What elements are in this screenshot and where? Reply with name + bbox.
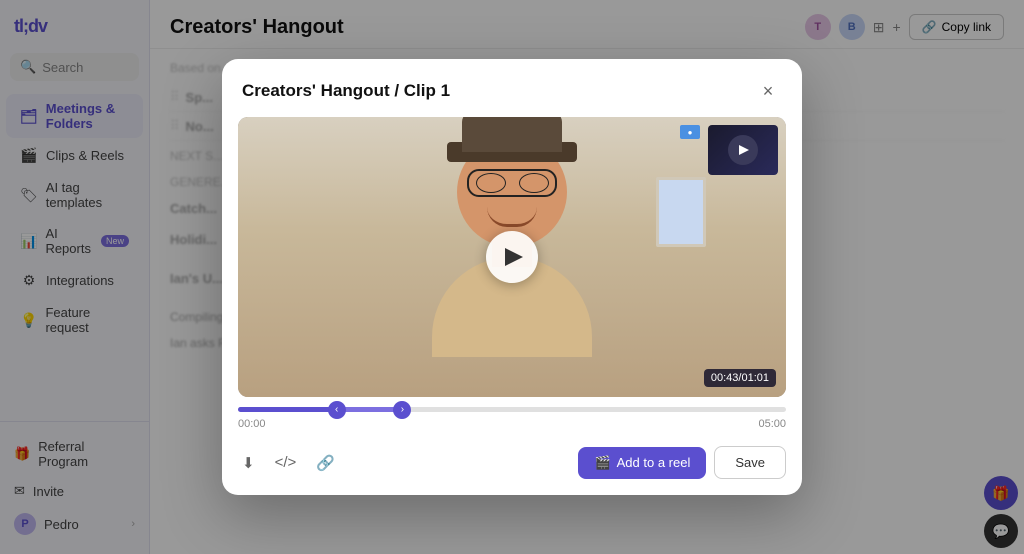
time-current: 00:00 [238,418,266,430]
download-icon: ⬇ [242,455,255,472]
link-copy-button[interactable]: 🔗 [312,450,339,476]
video-indicator: ● [680,125,700,139]
add-reel-label: Add to a reel [617,455,691,470]
video-handle-right[interactable]: › [393,401,411,419]
video-player[interactable]: ● 00:43/01:01 [238,117,786,397]
modal-overlay: Creators' Hangout / Clip 1 × [0,0,1024,554]
modal-actions-right: 🎬 Add to a reel Save [578,446,786,479]
modal-close-button[interactable]: × [754,77,782,105]
video-handle-left[interactable]: ‹ [328,401,346,419]
modal-actions: ⬇ </> 🔗 🎬 Add to a reel Save [222,434,802,495]
modal-title: Creators' Hangout / Clip 1 [242,81,450,101]
play-button[interactable] [486,231,538,283]
add-to-reel-button[interactable]: 🎬 Add to a reel [578,447,706,479]
save-label: Save [735,455,765,470]
embed-button[interactable]: </> [271,450,301,475]
link-icon: 🔗 [316,455,335,472]
modal-header: Creators' Hangout / Clip 1 × [222,59,802,117]
time-total: 05:00 [758,418,786,430]
clip-modal: Creators' Hangout / Clip 1 × [222,59,802,495]
video-progress-track[interactable]: ‹ › [238,407,786,412]
video-timestamp: 00:43/01:01 [704,369,776,387]
save-button[interactable]: Save [714,446,786,479]
play-icon [505,248,523,266]
video-progress-container: ‹ › 00:00 05:00 [222,397,802,434]
progress-times: 00:00 05:00 [238,418,786,430]
download-button[interactable]: ⬇ [238,450,259,476]
reel-icon: 🎬 [594,455,610,471]
embed-icon: </> [275,454,297,471]
video-thumbnail [708,125,778,175]
modal-actions-left: ⬇ </> 🔗 [238,450,339,476]
